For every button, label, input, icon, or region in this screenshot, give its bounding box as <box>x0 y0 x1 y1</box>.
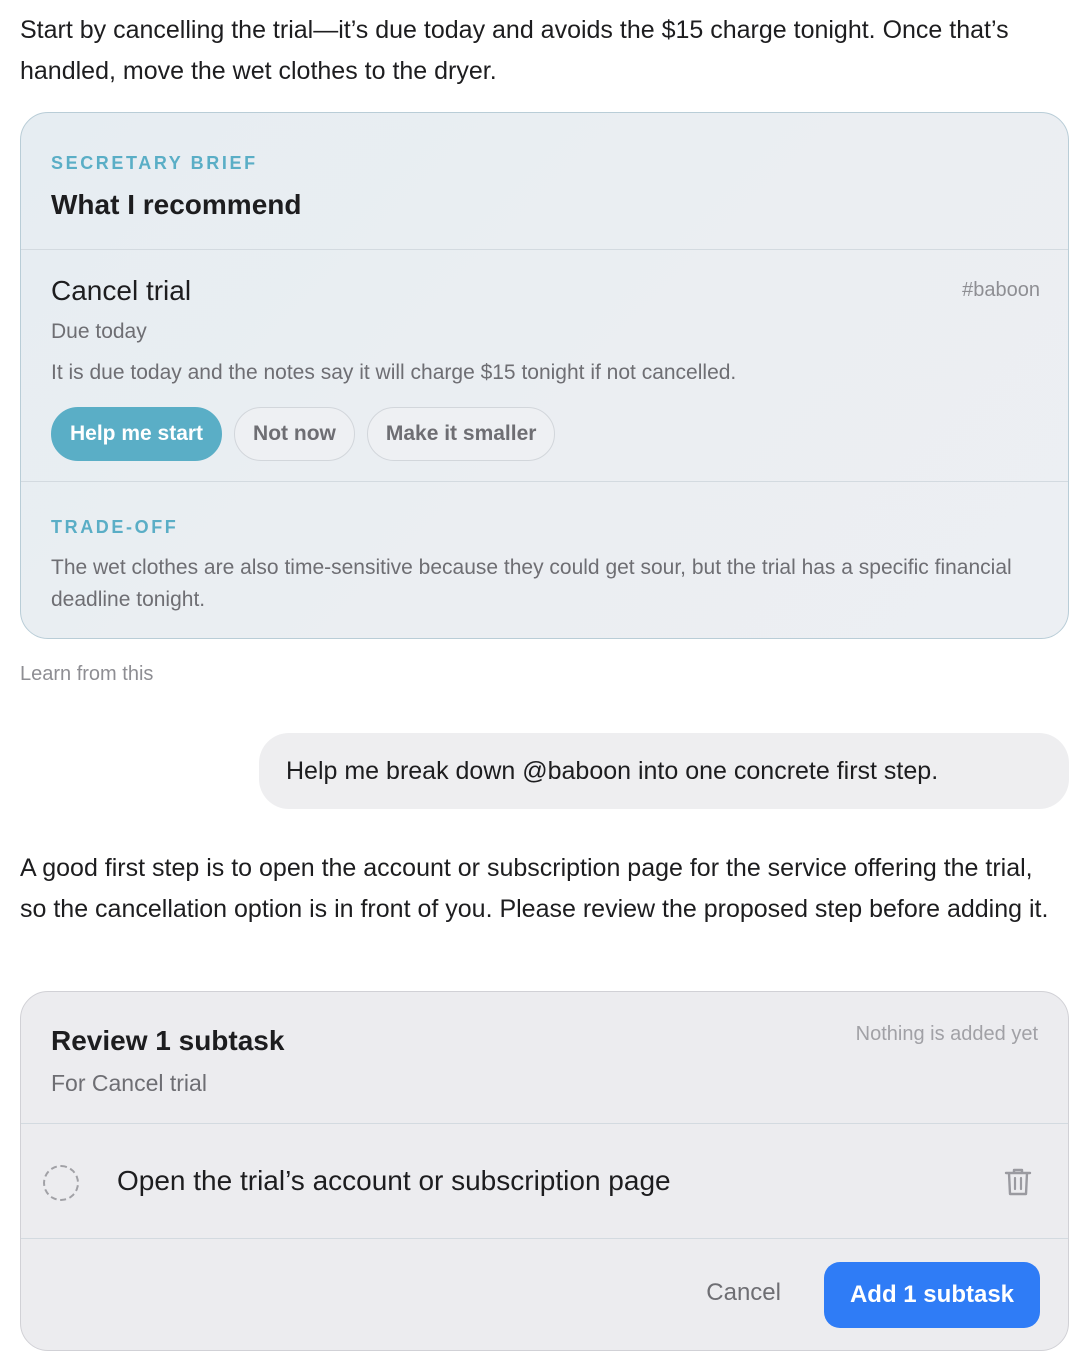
brief-eyebrow: SECRETARY BRIEF <box>51 153 258 173</box>
task-due-date: Due today <box>51 320 147 343</box>
add-subtask-button[interactable]: Add 1 subtask <box>824 1262 1040 1328</box>
subtask-checkbox[interactable] <box>43 1165 79 1201</box>
not-now-button[interactable]: Not now <box>234 407 355 461</box>
task-title: Cancel trial <box>51 275 192 306</box>
learn-from-this-link[interactable]: Learn from this <box>20 663 153 686</box>
assistant-message-intro: Start by cancelling the trial—it’s due t… <box>20 16 1009 85</box>
user-message-bubble: Help me break down @baboon into one conc… <box>259 733 1069 809</box>
review-status: Nothing is added yet <box>855 1023 1038 1045</box>
assistant-message-reply: A good first step is to open the account… <box>20 854 1049 923</box>
secretary-brief-card: SECRETARY BRIEF What I recommend Cancel … <box>20 112 1069 639</box>
subtask-label[interactable]: Open the trial’s account or subscription… <box>117 1165 671 1197</box>
divider <box>21 249 1068 250</box>
divider <box>21 481 1068 482</box>
task-reason: It is due today and the notes say it wil… <box>51 361 737 384</box>
brief-actions: Help me start Not now Make it smaller <box>51 407 556 461</box>
subtask-row: Open the trial’s account or subscription… <box>21 1125 1068 1239</box>
tradeoff-eyebrow: TRADE-OFF <box>51 517 179 537</box>
trash-icon[interactable] <box>1004 1167 1032 1197</box>
subtask-review-card: Review 1 subtask Nothing is added yet Fo… <box>20 991 1069 1351</box>
divider <box>21 1123 1068 1124</box>
cancel-button[interactable]: Cancel <box>706 1279 781 1307</box>
task-tag: #baboon <box>962 279 1040 301</box>
help-me-start-button[interactable]: Help me start <box>51 407 223 461</box>
review-subtitle: For Cancel trial <box>51 1070 207 1096</box>
review-title: Review 1 subtask <box>51 1025 285 1056</box>
divider <box>21 1238 1068 1239</box>
make-smaller-button[interactable]: Make it smaller <box>366 407 556 461</box>
brief-title: What I recommend <box>51 189 302 220</box>
tradeoff-text: The wet clothes are also time-sensitive … <box>51 556 1012 611</box>
chat-page: Start by cancelling the trial—it’s due t… <box>0 0 1092 1368</box>
